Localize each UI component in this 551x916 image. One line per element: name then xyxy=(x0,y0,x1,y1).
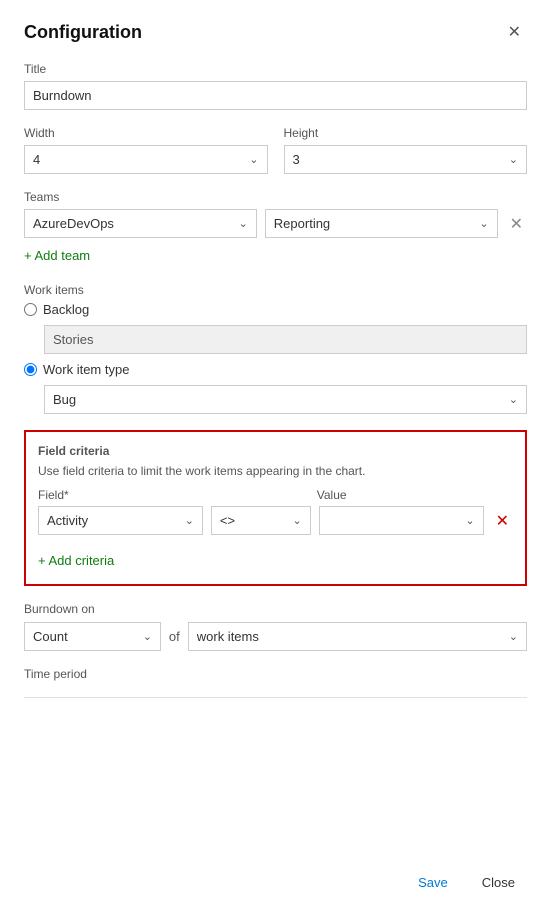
team1-select[interactable]: AzureDevOps xyxy=(25,210,256,237)
team1-select-wrapper: AzureDevOps ⌄ xyxy=(24,209,257,238)
dialog-title: Configuration xyxy=(24,22,142,43)
criteria-row-1: Activity Area Path Assigned To Priority … xyxy=(38,506,513,535)
criteria-op-select[interactable]: = <> < > xyxy=(212,507,310,534)
teams-row: AzureDevOps ⌄ Reporting ⌄ ✕ xyxy=(24,209,527,238)
backlog-input xyxy=(44,325,527,354)
remove-team-button[interactable]: ✕ xyxy=(506,212,527,236)
burndown-count-select-wrapper: Count Sum ⌄ xyxy=(24,622,161,651)
width-select[interactable]: 12345 xyxy=(25,146,267,173)
burndown-items-select[interactable]: work items story points remaining work xyxy=(189,623,526,650)
dialog-footer: Save Close xyxy=(24,849,527,896)
height-select[interactable]: 12345 xyxy=(285,146,527,173)
teams-section: Teams AzureDevOps ⌄ Reporting ⌄ ✕ + Add … xyxy=(24,190,527,267)
burndown-of-text: of xyxy=(169,629,180,644)
work-item-type-radio[interactable] xyxy=(24,363,37,376)
op-column-label xyxy=(210,488,309,502)
field-criteria-description: Use field criteria to limit the work ite… xyxy=(38,464,513,478)
time-period-label: Time period xyxy=(24,667,527,681)
backlog-radio-option: Backlog xyxy=(24,302,527,317)
add-team-button[interactable]: + Add team xyxy=(24,244,90,267)
work-items-radio-group: Backlog Work item type Bug Epic Feature … xyxy=(24,302,527,414)
team2-select[interactable]: Reporting xyxy=(266,210,497,237)
burndown-label: Burndown on xyxy=(24,602,527,616)
remove-criteria-button[interactable]: ✕ xyxy=(492,509,513,533)
burndown-row: Count Sum ⌄ of work items story points r… xyxy=(24,622,527,651)
time-period-divider xyxy=(24,697,527,698)
add-criteria-button[interactable]: + Add criteria xyxy=(38,549,114,572)
field-criteria-title: Field criteria xyxy=(38,444,513,458)
work-items-label: Work items xyxy=(24,283,527,297)
criteria-op-select-wrapper: = <> < > ⌄ xyxy=(211,506,311,535)
configuration-dialog: Configuration ✕ Title Width 12345 ⌄ Heig… xyxy=(0,0,551,916)
work-item-type-select[interactable]: Bug Epic Feature Task User Story xyxy=(45,386,526,413)
criteria-value-select-wrapper: ⌄ xyxy=(319,506,484,535)
burndown-items-select-wrapper: work items story points remaining work ⌄ xyxy=(188,622,527,651)
work-item-type-select-wrapper: Bug Epic Feature Task User Story ⌄ xyxy=(44,385,527,414)
title-label: Title xyxy=(24,62,527,76)
value-column-label: Value xyxy=(317,488,481,502)
height-col: Height 12345 ⌄ xyxy=(284,126,528,174)
title-input[interactable] xyxy=(24,81,527,110)
width-height-section: Width 12345 ⌄ Height 12345 ⌄ xyxy=(24,126,527,174)
work-item-type-radio-label[interactable]: Work item type xyxy=(43,362,129,377)
title-section: Title xyxy=(24,62,527,110)
criteria-column-labels: Field* Value xyxy=(38,488,513,502)
close-footer-button[interactable]: Close xyxy=(470,869,527,896)
burndown-count-select[interactable]: Count Sum xyxy=(25,623,160,650)
time-period-section: Time period xyxy=(24,667,527,714)
backlog-radio-label[interactable]: Backlog xyxy=(43,302,89,317)
field-column-label: Field* xyxy=(38,488,202,502)
team2-select-wrapper: Reporting ⌄ xyxy=(265,209,498,238)
height-select-wrapper: 12345 ⌄ xyxy=(284,145,528,174)
save-button[interactable]: Save xyxy=(406,869,460,896)
work-items-section: Work items Backlog Work item type Bug Ep… xyxy=(24,283,527,414)
burndown-section: Burndown on Count Sum ⌄ of work items st… xyxy=(24,602,527,651)
dialog-header: Configuration ✕ xyxy=(24,20,527,44)
criteria-field-select-wrapper: Activity Area Path Assigned To Priority … xyxy=(38,506,203,535)
backlog-radio[interactable] xyxy=(24,303,37,316)
width-label: Width xyxy=(24,126,268,140)
work-item-type-radio-option: Work item type xyxy=(24,362,527,377)
criteria-field-select[interactable]: Activity Area Path Assigned To Priority … xyxy=(39,507,202,534)
width-col: Width 12345 ⌄ xyxy=(24,126,268,174)
teams-label: Teams xyxy=(24,190,527,204)
dialog-close-button[interactable]: ✕ xyxy=(502,20,527,44)
width-select-wrapper: 12345 ⌄ xyxy=(24,145,268,174)
field-criteria-section: Field criteria Use field criteria to lim… xyxy=(24,430,527,586)
height-label: Height xyxy=(284,126,528,140)
criteria-value-select[interactable] xyxy=(320,507,483,534)
